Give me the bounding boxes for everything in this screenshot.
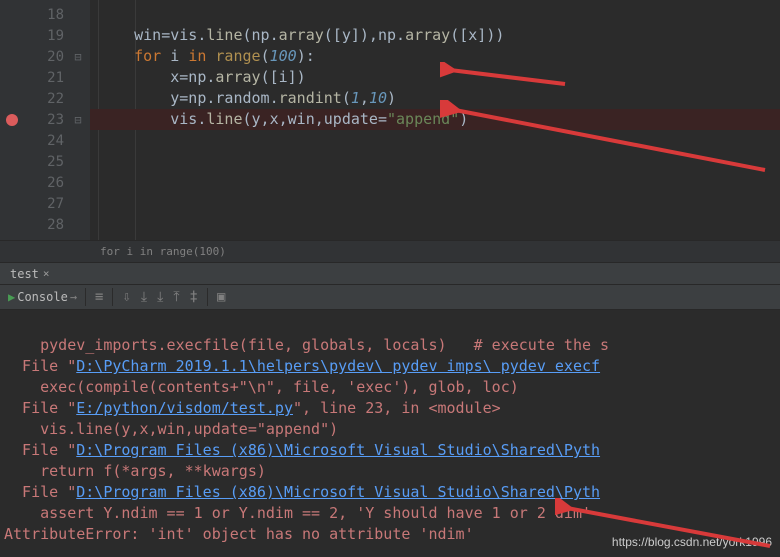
play-icon: ▶ (8, 290, 15, 304)
line-number: 20 (47, 49, 64, 65)
line-number: 27 (47, 196, 64, 212)
breadcrumb[interactable]: for i in range(100) (0, 240, 780, 262)
line-number: 25 (47, 154, 64, 170)
gutter: 18 19 20 ⊟ 21 22 23 ⊟ 24 25 26 27 28 (0, 0, 90, 240)
trace-link[interactable]: D:\Program Files (x86)\Microsoft Visual … (76, 441, 600, 459)
line-number: 18 (47, 7, 64, 23)
line-number: 24 (47, 133, 64, 149)
trace-line: vis.line(y,x,win,update="append") (4, 420, 338, 438)
line-number: 21 (47, 70, 64, 86)
code-line[interactable] (90, 193, 780, 214)
trace-line: pydev_imports.execfile(file, globals, lo… (4, 336, 609, 354)
line-number: 19 (47, 28, 64, 44)
console-button[interactable]: ▶Console → (4, 290, 81, 304)
tab-test[interactable]: test × (4, 265, 56, 283)
code-line[interactable] (90, 151, 780, 172)
trace-line: File "D:\PyCharm 2019.1.1\helpers\pydev\… (4, 357, 600, 375)
trace-link[interactable]: D:\PyCharm 2019.1.1\helpers\pydev\ pydev… (76, 357, 600, 375)
code-line[interactable]: vis.line(y,x,win,update="append") (90, 109, 780, 130)
download2-icon[interactable]: ⤓ (152, 289, 168, 305)
trace-line: File "D:\Program Files (x86)\Microsoft V… (4, 483, 600, 501)
scroll-icon[interactable]: ⇩ (117, 289, 135, 305)
fold-icon[interactable]: ⊟ (72, 114, 84, 126)
code-line[interactable] (90, 172, 780, 193)
breakpoint-icon[interactable] (6, 114, 18, 126)
code-editor[interactable]: 18 19 20 ⊟ 21 22 23 ⊟ 24 25 26 27 28 win=v… (0, 0, 780, 240)
line-number: 26 (47, 175, 64, 191)
trace-line: File "E:/python/visdom/test.py", line 23… (4, 399, 501, 417)
line-number: 28 (47, 217, 64, 233)
code-line[interactable]: for i in range(100): (90, 46, 780, 67)
code-line[interactable] (90, 4, 780, 25)
code-line[interactable]: y=np.random.randint(1,10) (90, 88, 780, 109)
error-line: AttributeError: 'int' object has no attr… (4, 525, 474, 543)
trace-line: File "D:\Program Files (x86)\Microsoft V… (4, 441, 600, 459)
fold-icon[interactable]: ⊟ (72, 51, 84, 63)
trace-line: exec(compile(contents+"\n", file, 'exec'… (4, 378, 519, 396)
watermark: https://blog.csdn.net/york1996 (612, 535, 772, 549)
copy-icon[interactable]: ▣ (212, 289, 230, 305)
close-icon[interactable]: × (43, 267, 50, 280)
line-number: 23 (47, 112, 64, 128)
code-area[interactable]: win=vis.line(np.array([y]),np.array([x])… (90, 0, 780, 240)
code-line[interactable] (90, 130, 780, 151)
code-line[interactable]: x=np.array([i]) (90, 67, 780, 88)
filter-icon[interactable]: ‡ (185, 289, 203, 305)
trace-link[interactable]: E:/python/visdom/test.py (76, 399, 293, 417)
trace-line: assert Y.ndim == 1 or Y.ndim == 2, 'Y sh… (4, 504, 591, 522)
wrap-icon[interactable]: ≡ (90, 289, 108, 305)
upload-icon[interactable]: ⤒ (168, 289, 184, 305)
line-number: 22 (47, 91, 64, 107)
trace-link[interactable]: D:\Program Files (x86)\Microsoft Visual … (76, 483, 600, 501)
tool-window-tabs: test × (0, 262, 780, 284)
trace-line: return f(*args, **kwargs) (4, 462, 266, 480)
console-output[interactable]: pydev_imports.execfile(file, globals, lo… (0, 310, 780, 557)
code-line[interactable] (90, 214, 780, 235)
code-line[interactable]: win=vis.line(np.array([y]),np.array([x])… (90, 25, 780, 46)
download-icon[interactable]: ⤓ (136, 289, 152, 305)
console-toolbar: ▶Console → ≡ ⇩ ⤓ ⤓ ⤒ ‡ ▣ (0, 284, 780, 310)
